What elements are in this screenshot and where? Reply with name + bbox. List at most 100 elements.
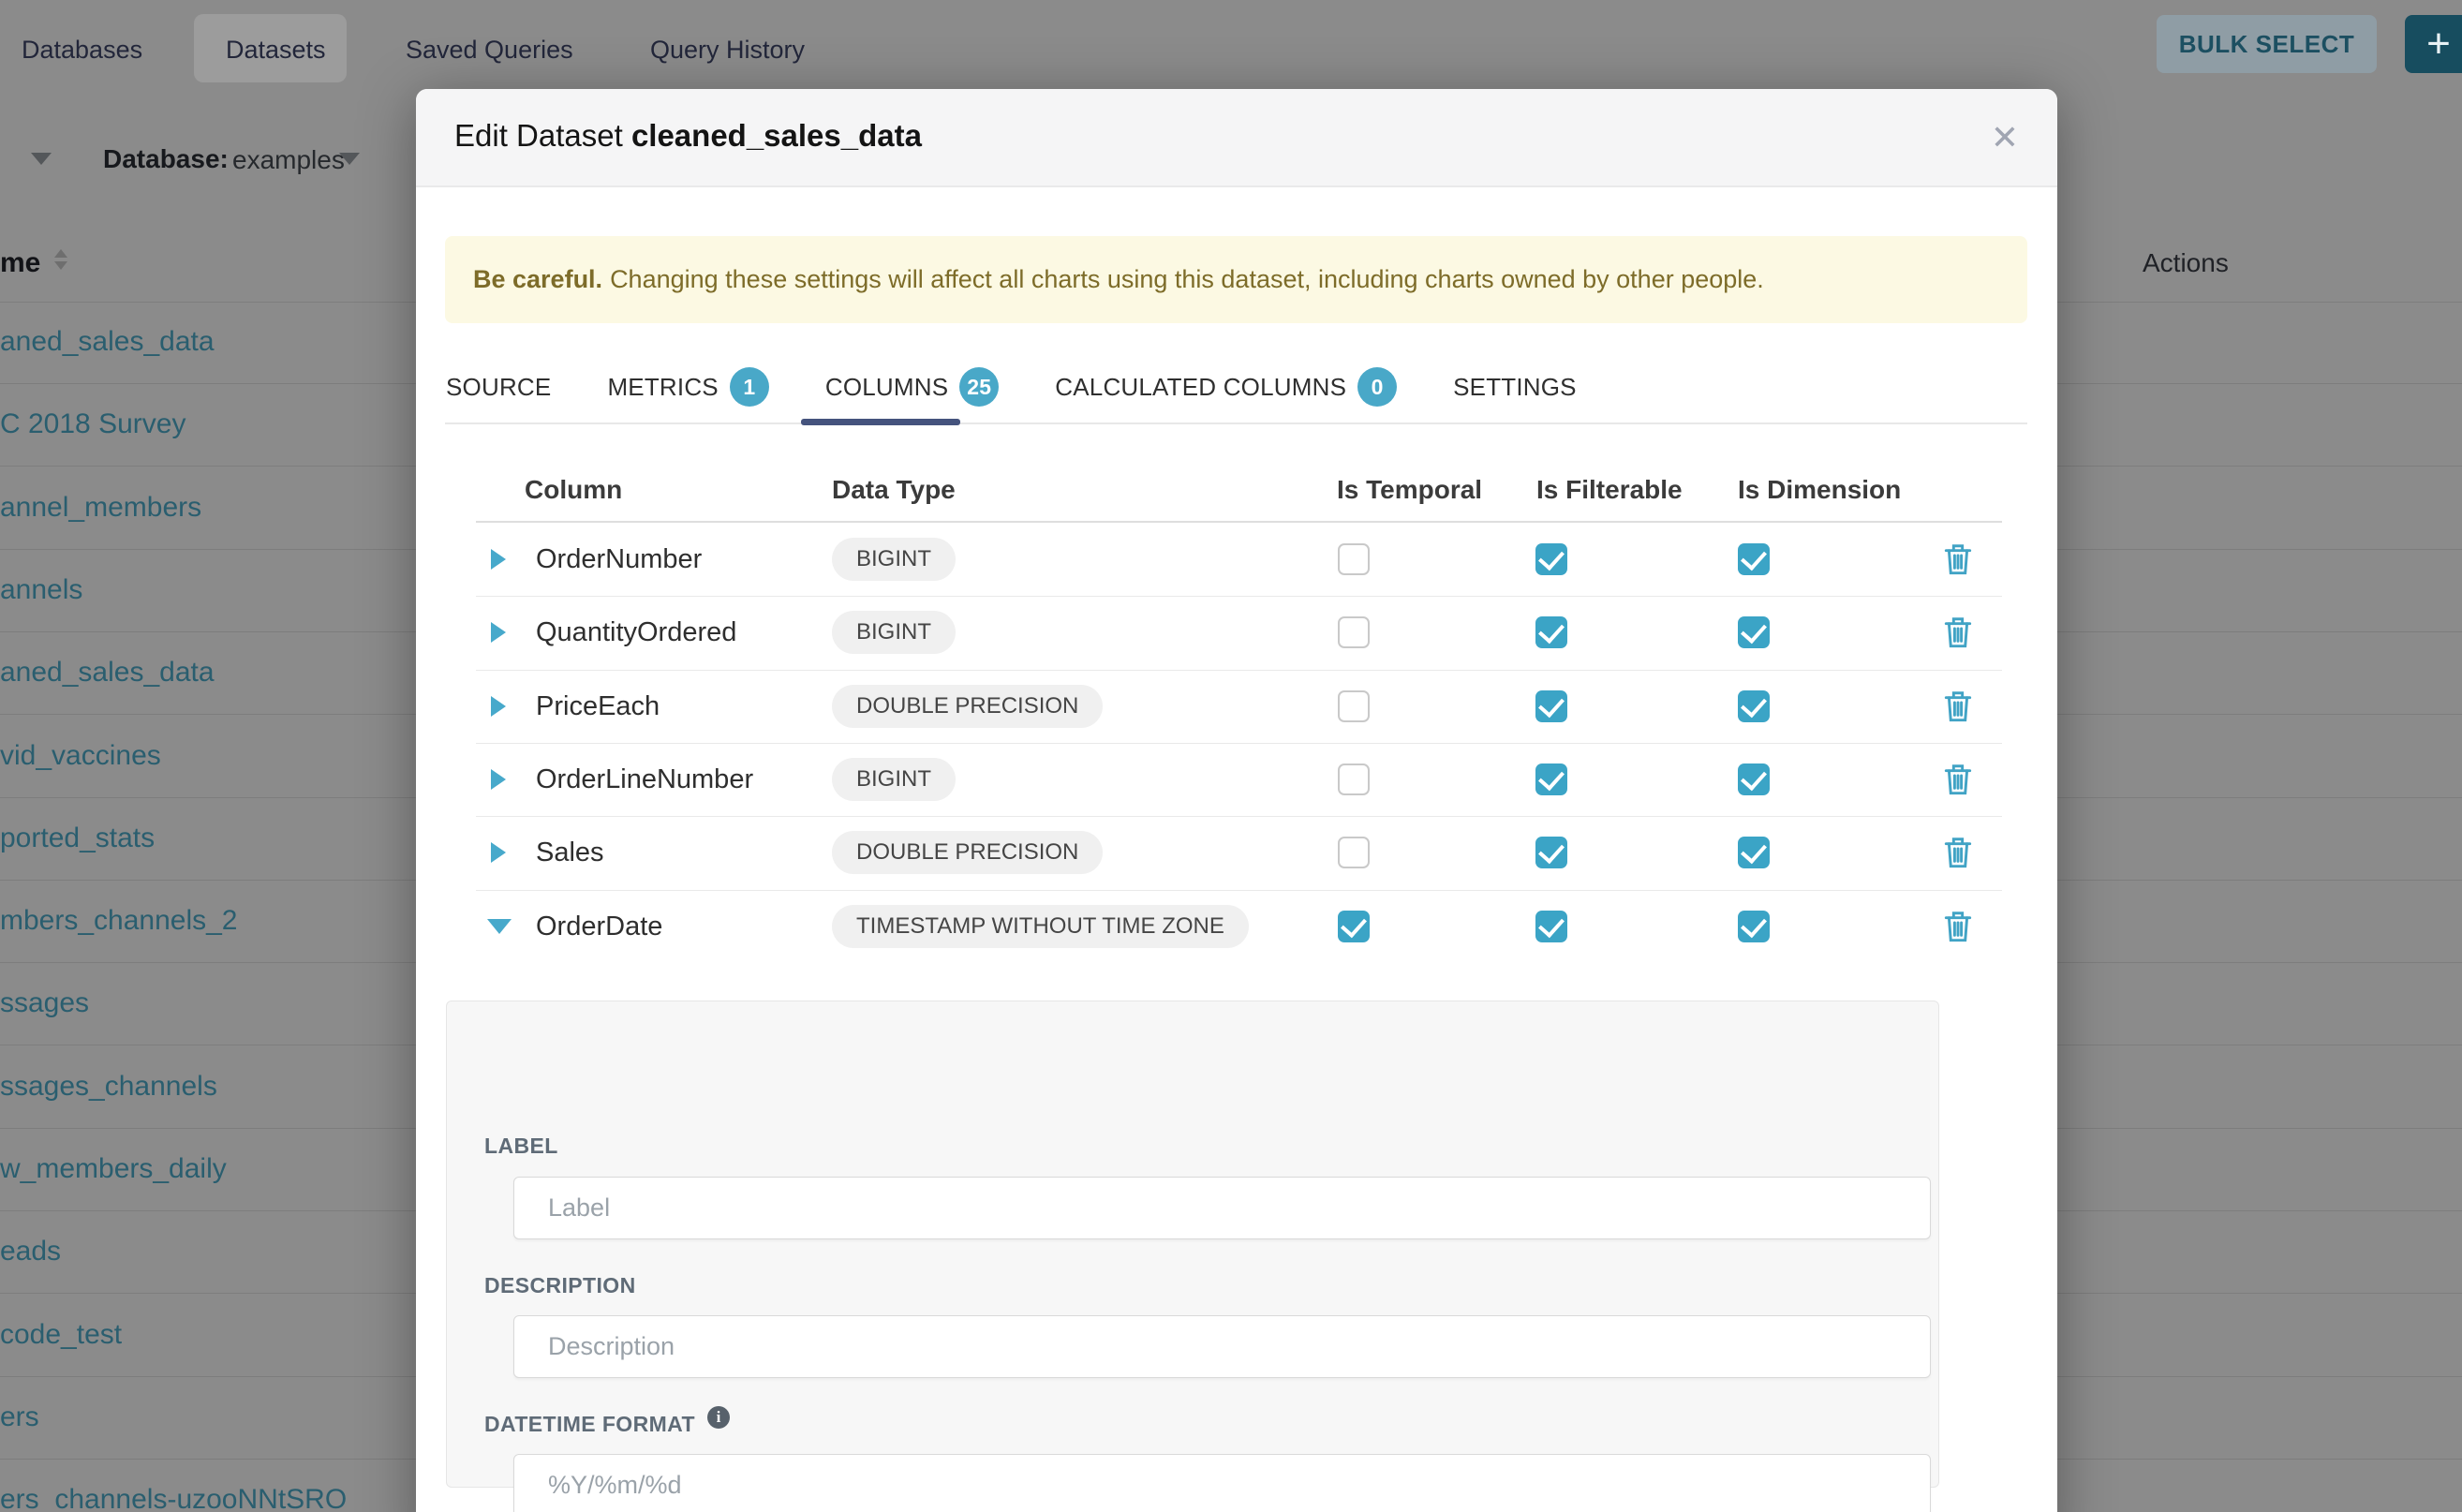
close-icon[interactable]: ✕ [1982, 113, 2027, 162]
dataset-link[interactable]: code_test [0, 1319, 122, 1351]
caret-down-icon[interactable] [487, 919, 512, 934]
col-header-data-type: Data Type [832, 475, 956, 505]
is-temporal-checkbox[interactable] [1338, 616, 1370, 648]
tab-source[interactable]: SOURCE [446, 373, 551, 402]
delete-column-button[interactable] [1943, 615, 1973, 650]
dataset-link[interactable]: eads [0, 1236, 61, 1267]
metrics-count-badge: 1 [730, 367, 769, 407]
caret-right-icon[interactable] [491, 549, 506, 570]
dataset-link[interactable]: aned_sales_data [0, 326, 215, 358]
row-divider [476, 890, 2002, 891]
data-type-pill: TIMESTAMP WITHOUT TIME ZONE [832, 905, 1249, 948]
tabs-divider [445, 422, 2027, 424]
col-header-is-filterable: Is Filterable [1536, 475, 1683, 505]
active-tab-underline [801, 419, 960, 425]
is-temporal-checkbox[interactable] [1338, 837, 1370, 868]
caret-right-icon[interactable] [491, 842, 506, 863]
dataset-name: cleaned_sales_data [631, 118, 922, 153]
delete-column-button[interactable] [1943, 835, 1973, 870]
bulk-select-button[interactable]: BULK SELECT [2157, 15, 2377, 73]
tab-calculated-columns[interactable]: CALCULATED COLUMNS0 [1055, 367, 1397, 407]
dataset-link[interactable]: vid_vaccines [0, 740, 161, 772]
database-filter-label: Database: [103, 144, 229, 174]
delete-column-button[interactable] [1943, 541, 1973, 577]
data-type-pill: DOUBLE PRECISION [832, 831, 1103, 874]
description-input[interactable] [513, 1315, 1931, 1378]
column-name: PriceEach [536, 691, 660, 722]
is-filterable-checkbox[interactable] [1535, 763, 1567, 795]
is-temporal-checkbox[interactable] [1338, 911, 1370, 942]
actions-column-header: Actions [2143, 248, 2229, 278]
table-header-divider [476, 521, 2002, 523]
nav-tab-query-history[interactable]: Query History [650, 36, 805, 65]
is-filterable-checkbox[interactable] [1535, 690, 1567, 722]
dataset-link[interactable]: ers_channels-uzooNNtSRO [0, 1484, 347, 1512]
database-filter-value[interactable]: examples [232, 145, 345, 175]
column-name: OrderNumber [536, 544, 702, 575]
edit-dataset-modal: Edit Dataset cleaned_sales_data ✕ Be car… [416, 89, 2057, 1512]
is-filterable-checkbox[interactable] [1535, 543, 1567, 575]
dataset-link[interactable]: w_members_daily [0, 1153, 227, 1185]
data-type-pill: BIGINT [832, 758, 956, 801]
row-divider [476, 816, 2002, 817]
is-dimension-checkbox[interactable] [1738, 690, 1770, 722]
delete-column-button[interactable] [1943, 689, 1973, 724]
tab-settings[interactable]: SETTINGS [1453, 373, 1577, 402]
dataset-link[interactable]: ers [0, 1401, 39, 1433]
is-dimension-checkbox[interactable] [1738, 837, 1770, 868]
is-dimension-checkbox[interactable] [1738, 616, 1770, 648]
caret-right-icon[interactable] [491, 696, 506, 717]
col-header-is-dimension: Is Dimension [1738, 475, 1901, 505]
is-filterable-checkbox[interactable] [1535, 616, 1567, 648]
columns-count-badge: 25 [959, 367, 999, 407]
column-detail-panel: LABEL DESCRIPTION DATETIME FORMAT i [446, 1001, 1939, 1488]
row-divider [476, 743, 2002, 744]
modal-title: Edit Dataset cleaned_sales_data [454, 118, 922, 154]
column-name: OrderLineNumber [536, 764, 753, 795]
delete-column-button[interactable] [1943, 909, 1973, 944]
data-type-pill: BIGINT [832, 611, 956, 654]
dataset-link[interactable]: annel_members [0, 492, 201, 524]
dataset-link[interactable]: C 2018 Survey [0, 408, 185, 440]
col-header-column: Column [525, 475, 622, 505]
data-type-pill: BIGINT [832, 538, 956, 581]
dataset-link[interactable]: ssages [0, 987, 89, 1019]
column-name: Sales [536, 838, 604, 868]
delete-column-button[interactable] [1943, 762, 1973, 797]
is-dimension-checkbox[interactable] [1738, 763, 1770, 795]
label-input[interactable] [513, 1177, 1931, 1239]
dataset-link[interactable]: annels [0, 574, 82, 606]
chevron-down-icon[interactable] [339, 153, 360, 165]
is-temporal-checkbox[interactable] [1338, 763, 1370, 795]
tab-metrics[interactable]: METRICS1 [607, 367, 768, 407]
datetime-format-input[interactable] [513, 1454, 1931, 1512]
is-temporal-checkbox[interactable] [1338, 543, 1370, 575]
dataset-link[interactable]: mbers_channels_2 [0, 905, 238, 937]
chevron-down-icon[interactable] [31, 153, 52, 165]
is-filterable-checkbox[interactable] [1535, 911, 1567, 942]
sort-icon[interactable] [54, 249, 67, 270]
nav-tab-databases[interactable]: Databases [22, 36, 142, 65]
nav-tab-saved-queries[interactable]: Saved Queries [406, 36, 573, 65]
dataset-link[interactable]: aned_sales_data [0, 657, 215, 689]
nav-tab-datasets[interactable]: Datasets [226, 36, 326, 65]
tab-columns[interactable]: COLUMNS25 [825, 367, 999, 407]
is-dimension-checkbox[interactable] [1738, 911, 1770, 942]
dataset-link[interactable]: ported_stats [0, 823, 155, 854]
add-dataset-button[interactable]: + [2405, 15, 2462, 73]
datetime-format-field-label: DATETIME FORMAT [484, 1412, 695, 1437]
is-dimension-checkbox[interactable] [1738, 543, 1770, 575]
caret-right-icon[interactable] [491, 769, 506, 790]
modal-tabs: SOURCE METRICS1 COLUMNS25 CALCULATED COL… [446, 367, 1577, 407]
modal-header: Edit Dataset cleaned_sales_data ✕ [416, 89, 2057, 187]
name-column-header[interactable]: me [0, 247, 40, 279]
dataset-link[interactable]: ssages_channels [0, 1071, 217, 1103]
row-divider [476, 596, 2002, 597]
is-filterable-checkbox[interactable] [1535, 837, 1567, 868]
caret-right-icon[interactable] [491, 622, 506, 643]
label-field-label: LABEL [484, 1134, 558, 1159]
calculated-columns-count-badge: 0 [1357, 367, 1397, 407]
column-name: QuantityOrdered [536, 617, 736, 648]
is-temporal-checkbox[interactable] [1338, 690, 1370, 722]
info-icon[interactable]: i [707, 1406, 730, 1429]
